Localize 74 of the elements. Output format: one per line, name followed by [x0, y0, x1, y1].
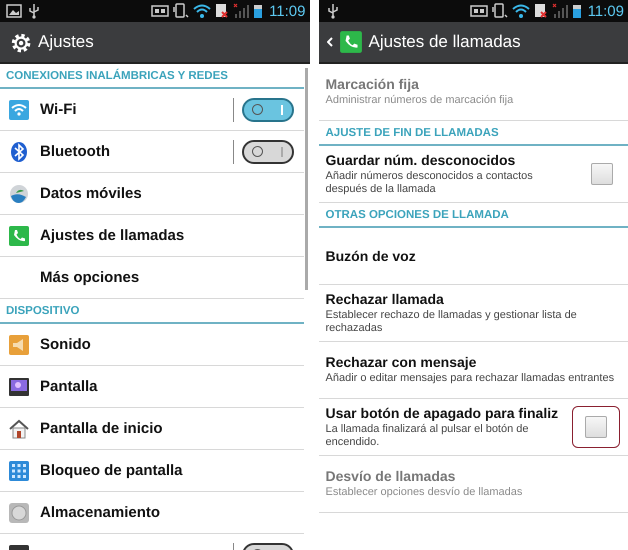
- settings-row[interactable]: Ajustes de llamadas: [0, 215, 304, 257]
- sim-error-icon: [215, 3, 230, 19]
- row-title: Bloqueo de pantalla: [40, 462, 184, 479]
- settings-row[interactable]: Bloqueo de pantalla: [0, 450, 304, 492]
- grid-icon: [8, 460, 30, 482]
- image-icon: [6, 3, 22, 19]
- screen-share-icon: [151, 4, 170, 18]
- row-title: Pantalla: [40, 378, 99, 395]
- globe-icon: [8, 182, 30, 204]
- wifi-icon: [193, 3, 212, 19]
- settings-row[interactable]: Rechazar con mensaje Añadir o editar mensajes para rechazar llamadas entrantes: [318, 342, 628, 399]
- row-title: Ajustes de llamadas: [40, 227, 186, 244]
- row-subtitle: Administrar números de marcación fija: [326, 94, 514, 108]
- sim-error-icon: [534, 3, 548, 19]
- phone-icon: [338, 30, 362, 54]
- row-title: Pantalla de inicio: [40, 420, 164, 437]
- row-title: Wi-Fi: [40, 101, 78, 118]
- row-title: Rechazar con mensaje: [326, 354, 478, 370]
- row-title: Almacenamiento: [40, 504, 162, 521]
- row-title: Sonido: [40, 336, 92, 353]
- settings-row[interactable]: Pantalla de inicio: [0, 408, 304, 450]
- display-icon: [8, 376, 30, 398]
- clock: 11:09: [269, 2, 306, 20]
- screen-title: Ajustes de llamadas: [368, 32, 521, 52]
- phone-vibrate-icon: [173, 3, 190, 19]
- row-title: Guardar núm. desconocidos: [326, 152, 516, 168]
- section-header: CONEXIONES INALÁMBRICAS Y REDES: [0, 64, 304, 89]
- row-title: Desvío de llamadas: [326, 468, 456, 484]
- toggle-switch[interactable]: [242, 98, 294, 122]
- wifi-icon: [8, 98, 30, 120]
- settings-row[interactable]: Wi-Fi: [0, 89, 304, 131]
- phone-icon: [8, 224, 30, 246]
- settings-row[interactable]: Datos móviles: [0, 173, 304, 215]
- phone-vibrate-icon: [492, 3, 508, 19]
- row-title: Usar botón de apagado para finaliz: [326, 404, 560, 421]
- row-title: Datos móviles: [40, 185, 143, 202]
- settings-row[interactable]: Almacenamiento: [0, 492, 304, 534]
- screen-share-icon: [470, 4, 488, 18]
- row-subtitle: Establecer opciones desvío de llamadas: [326, 486, 524, 500]
- row-subtitle: Añadir números desconocidos a contactos después de la llamada: [326, 170, 534, 196]
- back-icon: [326, 37, 332, 47]
- row-title: Marcación fija: [326, 76, 420, 92]
- section-header: OTRAS OPCIONES DE LLAMADA: [318, 203, 628, 228]
- checkbox[interactable]: [591, 163, 613, 185]
- no-signal-icon: [552, 3, 568, 19]
- settings-row[interactable]: Bluetooth: [0, 131, 304, 173]
- section-header: DISPOSITIVO: [0, 299, 304, 324]
- checkbox[interactable]: [585, 416, 607, 438]
- settings-row[interactable]: Guardar núm. desconocidos Añadir números desconocidos a contactos después de la llamada: [318, 146, 628, 203]
- settings-row[interactable]: Buzón de voz: [318, 228, 628, 285]
- scrollbar[interactable]: [304, 68, 308, 290]
- row-subtitle: Establecer rechazo de llamadas y gestionar lista de rechazadas: [326, 308, 578, 336]
- settings-row[interactable]: Más opciones: [0, 257, 304, 299]
- toggle-switch[interactable]: [242, 140, 294, 164]
- section-header: AJUSTE DE FIN DE LLAMADAS: [318, 121, 628, 146]
- battery-icon: [253, 3, 264, 19]
- row-title: Más opciones: [40, 269, 140, 286]
- speaker-icon: [8, 334, 30, 356]
- screen-title: Ajustes: [38, 32, 94, 52]
- battery-icon: [572, 3, 582, 19]
- no-signal-icon: [233, 3, 250, 19]
- row-title: Rechazar llamada: [326, 290, 445, 307]
- row-title: Buzón de voz: [326, 248, 417, 264]
- row-title: Bluetooth: [40, 143, 111, 160]
- settings-row[interactable]: Pantalla: [0, 366, 304, 408]
- settings-row[interactable]: Sonido: [0, 324, 304, 366]
- settings-row[interactable]: Rechazar llamada Establecer rechazo de llamadas y gestionar lista de rechazadas: [318, 285, 628, 342]
- house-icon: [8, 418, 30, 440]
- row-subtitle: Añadir o editar mensajes para rechazar llamadas entrantes: [326, 372, 616, 386]
- clock: 11:09: [588, 2, 624, 20]
- row-subtitle: La llamada finalizará al pulsar el botón de encendido.: [326, 422, 530, 450]
- wifi-icon: [512, 3, 530, 19]
- bluetooth-icon: [8, 140, 30, 162]
- settings-row[interactable]: Usar botón de apagado para finaliz La llamada finalizará al pulsar el botón de encendido.: [318, 399, 628, 456]
